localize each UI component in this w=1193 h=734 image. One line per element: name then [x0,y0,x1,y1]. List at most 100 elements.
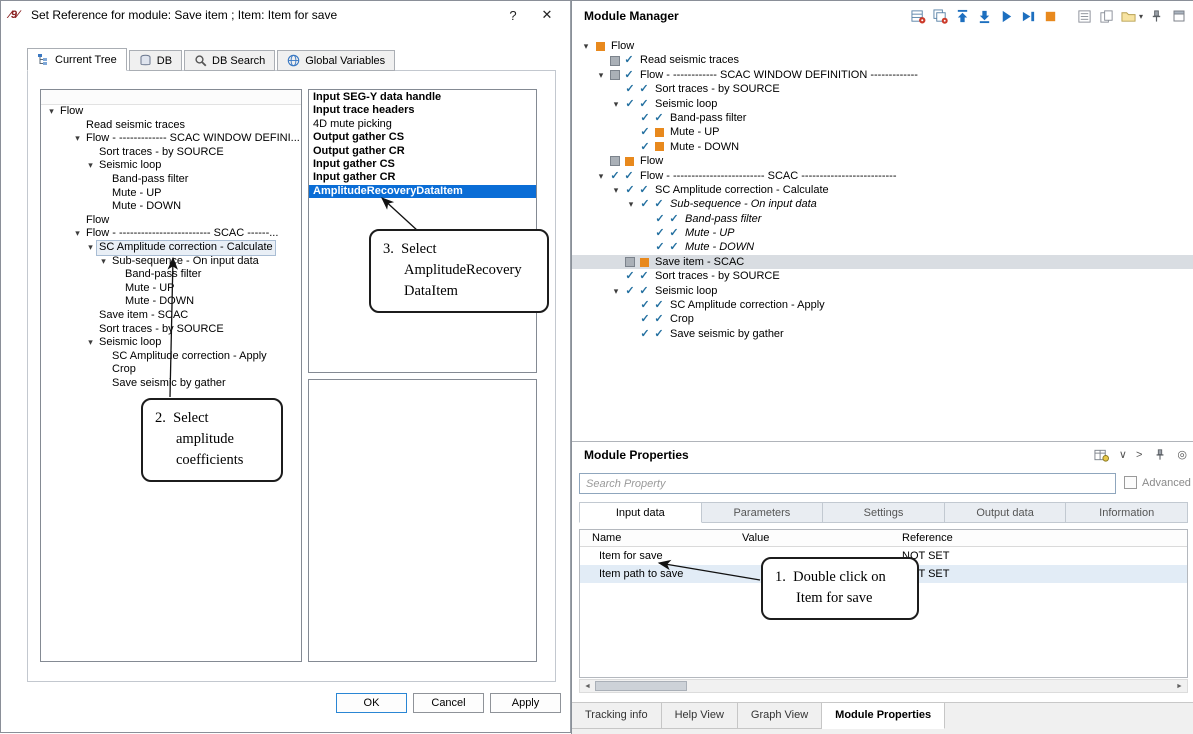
partial-state-square-icon[interactable] [625,257,635,267]
dialog-tree-item[interactable]: Sort traces - by SOURCE [41,323,301,337]
move-down-icon[interactable] [976,8,993,24]
partial-state-square-icon[interactable] [610,156,620,166]
tab-settings[interactable]: Settings [823,502,945,523]
new-flow-icon[interactable] [910,8,927,24]
module-tree-row[interactable]: ▾✓Flow - ------------ SCAC WINDOW DEFINI… [572,68,1193,82]
run-flow-icon[interactable] [998,8,1015,24]
enabled-check-icon[interactable]: ✓ [652,312,666,326]
enabled-check-icon[interactable]: ✓ [637,183,651,197]
tab-help-view[interactable]: Help View [662,703,738,729]
enabled-check-icon[interactable]: ✓ [623,269,637,283]
expander-icon[interactable]: ▾ [84,336,97,350]
module-tree-row[interactable]: ▾Flow [572,39,1193,53]
reference-list-item[interactable]: Input trace headers [309,104,536,117]
disabled-square-icon[interactable] [640,258,649,267]
disabled-square-icon[interactable] [655,142,664,151]
module-tree-row[interactable]: ✓✓Mute - DOWN [572,240,1193,254]
module-tree-row[interactable]: ▾✓✓Flow - ------------------------- SCAC… [572,169,1193,183]
pin-icon[interactable] [1148,8,1165,24]
dialog-tree-item[interactable]: SC Amplitude correction - Apply [41,350,301,364]
expander-icon[interactable]: ▾ [594,169,608,183]
tab-current-tree[interactable]: Current Tree [27,48,127,71]
cancel-button[interactable]: Cancel [413,693,484,713]
enabled-check-icon[interactable]: ✓ [667,212,681,226]
tab-input-data[interactable]: Input data [579,502,702,523]
module-tree-row[interactable]: ✓✓Mute - UP [572,226,1193,240]
expander-icon[interactable]: ▾ [594,68,608,82]
dialog-tree-item[interactable]: Crop [41,363,301,377]
search-property-input[interactable] [579,473,1116,494]
tab-output-data[interactable]: Output data [945,502,1067,523]
property-reference[interactable]: NOT SET [902,550,1187,562]
dialog-tree-item[interactable]: Mute - UP [41,282,301,296]
tab-graph-view[interactable]: Graph View [738,703,822,729]
enabled-check-icon[interactable]: ✓ [623,284,637,298]
dialog-tree-item[interactable]: Save seismic by gather [41,377,301,391]
advanced-checkbox[interactable] [1124,476,1137,489]
enabled-check-icon[interactable]: ✓ [653,226,667,240]
dialog-tree-item[interactable]: ▾SC Amplitude correction - Calculate [41,241,301,255]
enabled-check-icon[interactable]: ✓ [652,197,666,211]
enabled-check-icon[interactable]: ✓ [638,140,652,154]
module-tree-row[interactable]: ✓✓Band-pass filter [572,111,1193,125]
dialog-tree-item[interactable]: Mute - UP [41,187,301,201]
scroll-left-icon[interactable]: ◄ [580,683,595,690]
expander-icon[interactable]: ▾ [609,183,623,197]
float-window-icon[interactable]: ◎ [1177,448,1187,461]
dialog-tree-item[interactable]: Band-pass filter [41,173,301,187]
expander-icon[interactable]: ▾ [97,255,110,269]
expander-icon[interactable]: ▾ [45,105,58,119]
expander-icon[interactable]: ▾ [71,132,84,146]
enabled-check-icon[interactable]: ✓ [622,169,636,183]
module-tree-row[interactable]: ✓✓Save seismic by gather [572,327,1193,341]
enabled-check-icon[interactable]: ✓ [653,212,667,226]
new-view-icon[interactable] [1120,8,1137,24]
property-reference[interactable]: NOT SET [902,568,1187,580]
enabled-check-icon[interactable]: ✓ [622,68,636,82]
scroll-right-icon[interactable]: ► [1172,683,1187,690]
dialog-tree-item[interactable]: Save item - SCAC [41,309,301,323]
copy-properties-icon[interactable] [1093,447,1110,463]
enabled-check-icon[interactable]: ✓ [638,312,652,326]
dialog-title-bar[interactable]: ∕9∕ Set Reference for module: Save item … [1,1,570,29]
expand-chevron-icon[interactable]: > [1136,449,1142,461]
module-tree-row[interactable]: Flow [572,154,1193,168]
help-button[interactable]: ? [496,8,530,23]
run-to-module-icon[interactable] [1020,8,1037,24]
tab-information[interactable]: Information [1066,502,1188,523]
enabled-check-icon[interactable]: ✓ [653,240,667,254]
dialog-tree-item[interactable]: ▾Flow - ------------------------- SCAC -… [41,227,301,241]
expander-icon[interactable]: ▾ [609,97,623,111]
enabled-check-icon[interactable]: ✓ [638,197,652,211]
secondary-item-list[interactable] [308,379,537,662]
module-tree-row[interactable]: ✓Mute - UP [572,125,1193,139]
enabled-check-icon[interactable]: ✓ [637,284,651,298]
dialog-tree-item[interactable]: Sort traces - by SOURCE [41,146,301,160]
enabled-check-icon[interactable]: ✓ [623,183,637,197]
reference-list-item[interactable]: Output gather CR [309,145,536,158]
dialog-tree-item[interactable]: ▾Sub-sequence - On input data [41,255,301,269]
module-tree-row[interactable]: ▾✓✓Seismic loop [572,284,1193,298]
module-tree-row[interactable]: Save item - SCAC [572,255,1193,269]
enabled-check-icon[interactable]: ✓ [667,226,681,240]
dialog-tree-item[interactable]: Band-pass filter [41,268,301,282]
dock-icon[interactable] [1170,8,1187,24]
apply-button[interactable]: Apply [490,693,561,713]
tab-module-properties[interactable]: Module Properties [822,703,945,729]
dialog-tree-item[interactable]: Mute - DOWN [41,200,301,214]
stop-icon[interactable] [1042,8,1059,24]
module-tree-row[interactable]: ✓✓Sort traces - by SOURCE [572,269,1193,283]
enabled-check-icon[interactable]: ✓ [623,82,637,96]
expander-icon[interactable]: ▾ [579,39,593,53]
enabled-check-icon[interactable]: ✓ [637,269,651,283]
copy-icon[interactable] [1098,8,1115,24]
module-tree-row[interactable]: ✓✓Sort traces - by SOURCE [572,82,1193,96]
duplicate-flow-icon[interactable] [932,8,949,24]
dialog-tree-item[interactable]: ▾Flow [41,105,301,119]
ok-button[interactable]: OK [336,693,407,713]
enabled-check-icon[interactable]: ✓ [638,111,652,125]
expander-icon[interactable]: ▾ [84,159,97,173]
enabled-check-icon[interactable]: ✓ [652,327,666,341]
disabled-square-icon[interactable] [625,157,634,166]
module-tree-row[interactable]: ▾✓✓Sub-sequence - On input data [572,197,1193,211]
